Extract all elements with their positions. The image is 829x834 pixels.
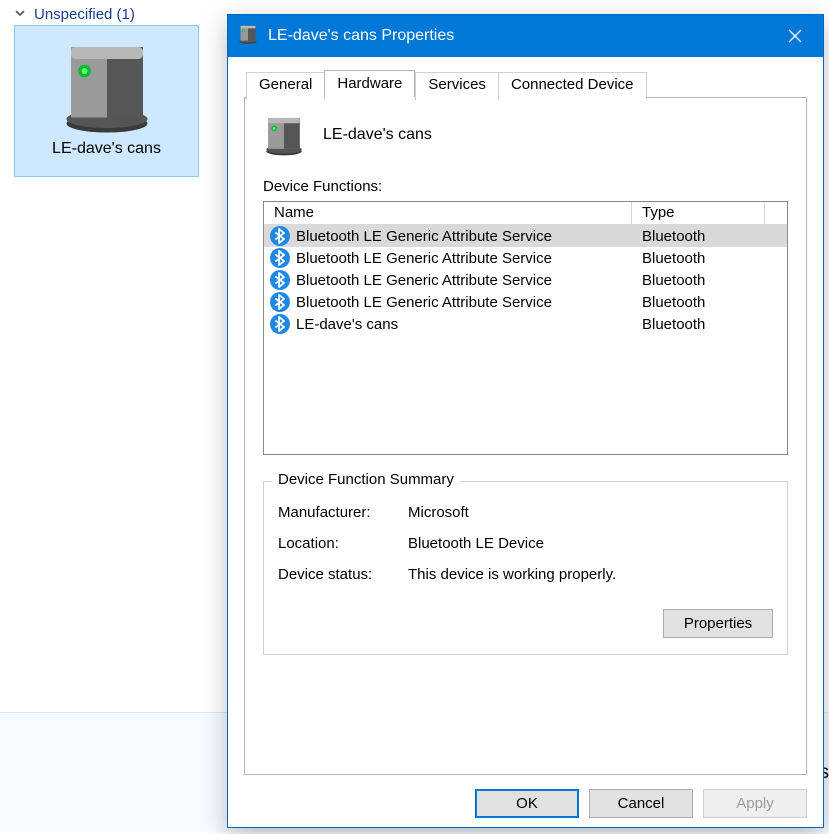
summary-location-key: Location: xyxy=(278,535,408,552)
row-type: Bluetooth xyxy=(632,316,705,333)
apply-button[interactable]: Apply xyxy=(703,789,807,818)
group-header-label: Unspecified (1) xyxy=(34,6,135,23)
cancel-button[interactable]: Cancel xyxy=(589,789,693,818)
dialog-body: General Hardware Services Connected Devi… xyxy=(228,57,823,775)
device-card[interactable]: LE-dave's cans xyxy=(14,25,199,177)
device-heading-label: LE-dave's cans xyxy=(323,126,432,144)
summary-location-value: Bluetooth LE Device xyxy=(408,535,544,552)
row-name: LE-dave's cans xyxy=(296,316,632,333)
table-row[interactable]: Bluetooth LE Generic Attribute ServiceBl… xyxy=(264,291,787,313)
table-row[interactable]: Bluetooth LE Generic Attribute ServiceBl… xyxy=(264,269,787,291)
tab-general[interactable]: General xyxy=(246,72,325,100)
titlebar-title: LE-dave's cans Properties xyxy=(268,27,767,45)
bluetooth-icon xyxy=(270,226,290,246)
device-function-summary: Device Function Summary Manufacturer: Mi… xyxy=(263,481,788,655)
row-type: Bluetooth xyxy=(632,228,705,245)
table-row[interactable]: Bluetooth LE Generic Attribute ServiceBl… xyxy=(264,247,787,269)
tab-hardware[interactable]: Hardware xyxy=(324,70,415,98)
table-row[interactable]: LE-dave's cansBluetooth xyxy=(264,313,787,335)
device-functions-label: Device Functions: xyxy=(263,178,788,195)
chevron-down-icon xyxy=(14,6,26,23)
close-button[interactable] xyxy=(767,15,823,57)
row-type: Bluetooth xyxy=(632,272,705,289)
summary-manufacturer-key: Manufacturer: xyxy=(278,504,408,521)
summary-legend: Device Function Summary xyxy=(272,471,460,488)
row-name: Bluetooth LE Generic Attribute Service xyxy=(296,250,632,267)
device-functions-table[interactable]: Name Type Bluetooth LE Generic Attribute… xyxy=(263,201,788,455)
bluetooth-icon xyxy=(270,270,290,290)
column-header-name[interactable]: Name xyxy=(264,202,632,224)
summary-status-value: This device is working properly. xyxy=(408,566,616,583)
dialog-footer: OK Cancel Apply xyxy=(228,775,823,834)
bluetooth-icon xyxy=(270,314,290,334)
device-card-label: LE-dave's cans xyxy=(19,140,194,158)
tab-connected[interactable]: Connected Device xyxy=(498,72,647,100)
row-name: Bluetooth LE Generic Attribute Service xyxy=(296,272,632,289)
device-heading: LE-dave's cans xyxy=(263,114,788,156)
close-icon xyxy=(788,29,802,43)
row-type: Bluetooth xyxy=(632,250,705,267)
table-header: Name Type xyxy=(264,202,787,225)
properties-button[interactable]: Properties xyxy=(663,609,773,638)
ok-button[interactable]: OK xyxy=(475,789,579,818)
row-type: Bluetooth xyxy=(632,294,705,311)
tabstrip: General Hardware Services Connected Devi… xyxy=(246,69,807,97)
table-row[interactable]: Bluetooth LE Generic Attribute ServiceBl… xyxy=(264,225,787,247)
column-header-spare xyxy=(765,211,787,216)
titlebar[interactable]: LE-dave's cans Properties xyxy=(228,15,823,57)
device-drive-icon xyxy=(59,38,155,134)
tab-panel-hardware: LE-dave's cans Device Functions: Name Ty… xyxy=(244,97,807,775)
column-header-type[interactable]: Type xyxy=(632,202,765,224)
titlebar-drive-icon xyxy=(238,24,258,49)
bluetooth-icon xyxy=(270,248,290,268)
device-heading-icon xyxy=(263,114,305,156)
row-name: Bluetooth LE Generic Attribute Service xyxy=(296,228,632,245)
row-name: Bluetooth LE Generic Attribute Service xyxy=(296,294,632,311)
summary-manufacturer-value: Microsoft xyxy=(408,504,469,521)
summary-status-key: Device status: xyxy=(278,566,408,583)
bluetooth-icon xyxy=(270,292,290,312)
tab-services[interactable]: Services xyxy=(415,72,499,100)
properties-dialog: LE-dave's cans Properties General Hardwa… xyxy=(227,14,824,828)
